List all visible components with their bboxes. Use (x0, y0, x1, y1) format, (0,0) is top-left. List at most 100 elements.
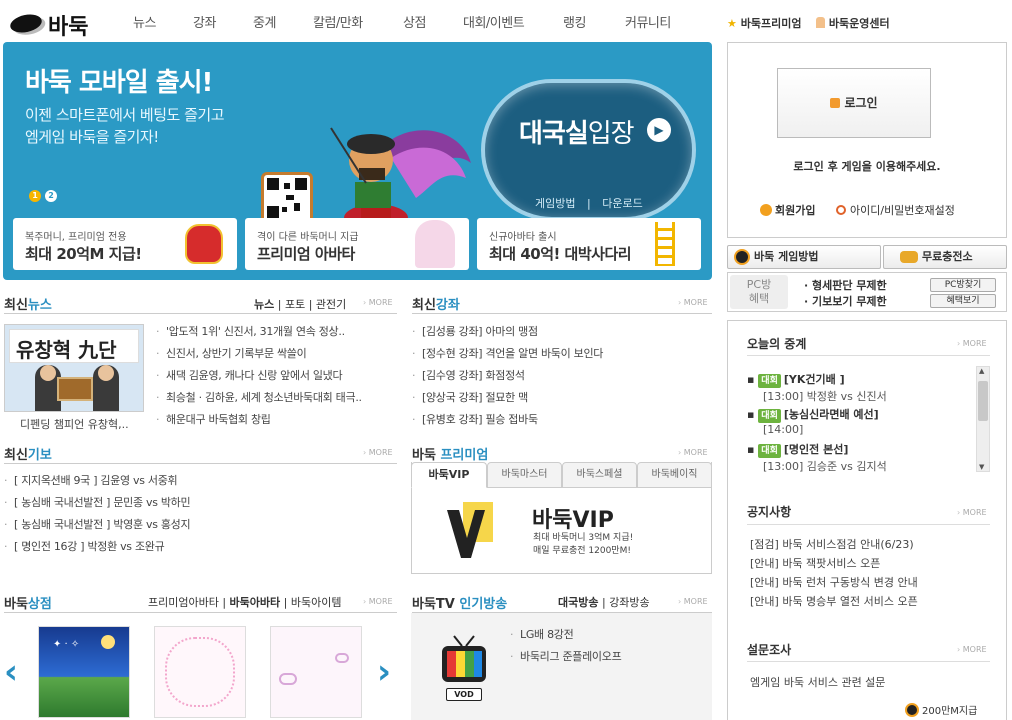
coins-icon (900, 251, 918, 263)
scroll-down-icon[interactable]: ▼ (979, 463, 984, 471)
shop-item-cloud-frame[interactable] (270, 626, 362, 718)
news-item[interactable]: 최승철 · 김하윤, 세계 청소년바둑대회 태극.. (156, 387, 396, 409)
how-to-play-link[interactable]: 게임방법 (535, 197, 575, 210)
shop-tab-premium-avatar[interactable]: 프리미엄아바타 (148, 596, 219, 609)
smile-icon (760, 204, 772, 216)
lecture-item[interactable]: [정수현 강좌] 격언을 알면 바둑이 보인다 (412, 343, 712, 365)
shop-more-link[interactable]: MORE (363, 597, 393, 606)
news-item[interactable]: 해운대구 바둑협회 창립 (156, 409, 396, 431)
banner-title: 바둑 모바일 출시! (25, 68, 213, 98)
news-item[interactable]: '압도적 1위' 신진서, 31개월 연속 정상.. (156, 321, 396, 343)
lecture-item[interactable]: [양상국 강좌] 절묘한 맥 (412, 387, 712, 409)
nav-lecture[interactable]: 강좌 (193, 12, 216, 34)
records-list: [ 지지옥션배 9국 ] 김윤영 vs 서중휘 [ 농심배 국내선발전 ] 문민… (4, 470, 394, 558)
news-item[interactable]: 새댁 김윤영, 캐나다 신랑 앞에서 일냈다 (156, 365, 396, 387)
news-item[interactable]: 신진서, 상반기 기록부문 싹쓸이 (156, 343, 396, 365)
news-more-link[interactable]: MORE (363, 298, 393, 307)
shop-next-arrow[interactable]: › (377, 652, 391, 692)
shop-tabs: 프리미엄아바타 | 바둑아바타 | 바둑아이템 (148, 596, 342, 609)
news-photo[interactable]: 유창혁 九단 (4, 324, 144, 412)
nav-column[interactable]: 칼럼/만화 (313, 12, 363, 34)
main-banner[interactable]: 바둑 모바일 출시! 이젠 스마트폰에서 베팅도 즐기고 엠게임 바둑을 즐기자… (3, 42, 712, 280)
login-button[interactable]: 로그인 (777, 68, 931, 138)
lecture-item[interactable]: [김성룡 강좌] 아마의 맹점 (412, 321, 712, 343)
news-tab-news[interactable]: 뉴스 (254, 298, 274, 311)
news-photo-caption[interactable]: 디펜딩 챔피언 유창혁,.. (20, 416, 129, 432)
cloud-icon (335, 653, 349, 663)
vip-benefit-2: 매일 무료충전 1200만M! (533, 546, 631, 556)
promo-banner-1[interactable]: 복주머니, 프리미엄 전용 최대 20억M 지급! (13, 218, 237, 270)
tab-baduk-vip[interactable]: 바둑VIP (411, 462, 487, 488)
operation-center-link[interactable]: 바둑운영센터 (816, 15, 890, 31)
shop-tab-baduk-item[interactable]: 바둑아이템 (291, 596, 342, 609)
banner-page-2[interactable]: 2 (45, 190, 57, 202)
promo-2-small: 격이 다른 바둑머니 지급 (257, 232, 359, 243)
survey-more-link[interactable]: MORE (957, 645, 987, 654)
lectures-title: 최신강좌 (412, 298, 460, 313)
how-to-play-button[interactable]: 바둑 게임방법 (727, 245, 881, 269)
nav-broadcast[interactable]: 중계 (253, 12, 276, 34)
lecture-item[interactable]: [유병호 강좌] 필승 접바둑 (412, 409, 712, 431)
lectures-more-link[interactable]: MORE (678, 298, 708, 307)
live-item-title[interactable]: ▪ 대회 [YK건기배 ] (747, 371, 845, 388)
tab-baduk-master[interactable]: 바둑마스터 (487, 462, 562, 488)
pcbang-benefit-button[interactable]: 혜택보기 (930, 294, 996, 308)
notice-item[interactable]: [안내] 바둑 런처 구동방식 변경 안내 (750, 573, 918, 592)
nav-shop[interactable]: 상점 (403, 12, 426, 34)
tab-baduk-basic[interactable]: 바둑베이직 (637, 462, 712, 488)
download-link[interactable]: 다운로드 (602, 197, 642, 210)
live-item-title[interactable]: ▪ 대회 [명인전 본선] (747, 441, 848, 458)
shop-tab-baduk-avatar[interactable]: 바둑아바타 (230, 596, 281, 609)
notice-item[interactable]: [안내] 바둑 명승부 열전 서비스 오픈 (750, 592, 918, 611)
qr-code-image (261, 172, 313, 224)
live-item-title[interactable]: ▪ 대회 [농심신라면배 예선] (747, 406, 879, 423)
lock-icon (830, 98, 841, 108)
find-account-link[interactable]: 아이디/비밀번호재설정 (836, 202, 955, 218)
live-more-link[interactable]: MORE (957, 339, 987, 348)
notice-more-link[interactable]: MORE (957, 508, 987, 517)
scroll-thumb[interactable] (978, 381, 988, 421)
tv-tab-lecture[interactable]: 강좌방송 (609, 596, 649, 609)
records-more-link[interactable]: MORE (363, 448, 393, 457)
premium-title: 바둑 프리미엄 (412, 448, 489, 463)
tv-more-link[interactable]: MORE (678, 597, 708, 606)
record-item[interactable]: [ 지지옥션배 9국 ] 김윤영 vs 서중휘 (4, 470, 394, 492)
banner-subtitle-2: 엠게임 바둑을 즐기자! (25, 128, 159, 146)
tv-item[interactable]: 바둑리그 준플레이오프 (510, 646, 700, 668)
news-tab-photo[interactable]: 포토 (285, 298, 305, 311)
banner-page-1[interactable]: 1 (29, 190, 41, 202)
premium-more-link[interactable]: MORE (678, 448, 708, 457)
premium-link[interactable]: ★ 바둑프리미엄 (727, 15, 801, 31)
notice-item[interactable]: [점검] 바둑 서비스점검 안내(6/23) (750, 535, 918, 554)
site-logo[interactable]: 바둑 (8, 6, 90, 40)
scroll-up-icon[interactable]: ▲ (979, 367, 984, 375)
join-link[interactable]: 회원가입 (760, 202, 815, 218)
tv-item[interactable]: LG배 8강전 (510, 624, 700, 646)
news-tab-review[interactable]: 관전기 (316, 298, 346, 311)
record-item[interactable]: [ 명인전 16강 ] 박정환 vs 조완규 (4, 536, 394, 558)
tab-baduk-special[interactable]: 바둑스페셜 (562, 462, 637, 488)
nav-events[interactable]: 대회/이벤트 (463, 12, 525, 34)
tv-tab-match[interactable]: 대국방송 (558, 596, 598, 609)
survey-item[interactable]: 엠게임 바둑 서비스 관련 설문 (750, 674, 885, 690)
live-scrollbar[interactable]: ▲ ▼ (976, 366, 990, 472)
shop-divider (4, 612, 397, 613)
record-item[interactable]: [ 농심배 국내선발전 ] 박영훈 vs 홍성지 (4, 514, 394, 536)
record-item[interactable]: [ 농심배 국내선발전 ] 문민종 vs 박하민 (4, 492, 394, 514)
premium-link-label: 바둑프리미엄 (740, 17, 802, 30)
enter-sublinks: 게임방법 | 다운로드 (535, 195, 643, 211)
pcbang-find-button[interactable]: PC방찾기 (930, 278, 996, 292)
shop-prev-arrow[interactable]: ‹ (4, 652, 18, 692)
promo-banner-2[interactable]: 격이 다른 바둑머니 지급 프리미엄 아바타 (245, 218, 469, 270)
promo-banner-3[interactable]: 신규아바타 출시 최대 40억! 대박사다리 (477, 218, 701, 270)
nav-news[interactable]: 뉴스 (133, 12, 156, 34)
free-charge-button[interactable]: 무료충전소 (883, 245, 1007, 269)
notice-item[interactable]: [안내] 바둑 잭팟서비스 오픈 (750, 554, 918, 573)
enter-game-room-button[interactable]: 대국실입장 ▶ 게임방법 | 다운로드 (481, 79, 696, 221)
lucky-bag-icon (185, 224, 223, 264)
nav-ranking[interactable]: 랭킹 (563, 12, 586, 34)
shop-item-starry-night[interactable]: ✦ · ✧ (38, 626, 130, 718)
lecture-item[interactable]: [김수영 강좌] 화점정석 (412, 365, 712, 387)
nav-community[interactable]: 커뮤니티 (625, 12, 671, 34)
shop-item-heart-frame[interactable] (154, 626, 246, 718)
